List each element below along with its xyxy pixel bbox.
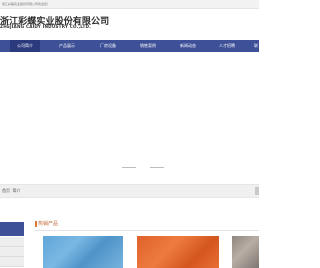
main-nav: 公司简介 产品展示 厂房设备 销售案例 新闻动态 人才招聘 联 xyxy=(0,40,259,52)
hot-products-title: 热销产品 xyxy=(38,221,59,227)
product-image-orange-fabric[interactable] xyxy=(137,236,219,268)
product-image-grey-fabric[interactable] xyxy=(232,236,259,268)
nav-item-factory[interactable]: 厂房设备 xyxy=(93,40,123,52)
welcome-text: 浙江彩蝶实业股份有限公司欢迎您！ xyxy=(2,2,51,6)
nav-item-cases[interactable]: 销售案例 xyxy=(133,40,163,52)
breadcrumb-current[interactable]: 简介 xyxy=(13,188,21,193)
slider-dot-2[interactable] xyxy=(150,167,164,168)
slider-dot-1[interactable] xyxy=(122,167,136,168)
breadcrumb: 首页 简介 xyxy=(2,185,21,197)
banner xyxy=(0,52,259,180)
product-image-blue-fabric[interactable] xyxy=(43,236,123,268)
company-logo-en[interactable]: ZHEJIANG CAIDY INDUSTRY CO.,LTD. xyxy=(0,24,91,29)
nav-item-about[interactable]: 公司简介 xyxy=(10,40,40,52)
sidebar-item[interactable] xyxy=(0,257,24,267)
nav-item-news[interactable]: 新闻动态 xyxy=(173,40,203,52)
sidebar-item[interactable] xyxy=(0,247,24,257)
page: 浙江彩蝶实业股份有限公司欢迎您！ 浙江彩蝶实业股份有限公司 ZHEJIANG C… xyxy=(0,0,259,268)
nav-item-contact[interactable]: 联 xyxy=(251,40,259,52)
location-bar: 首页 简介 xyxy=(0,184,259,198)
nav-item-jobs[interactable]: 人才招聘 xyxy=(212,40,242,52)
section-divider xyxy=(35,230,259,231)
search-button[interactable] xyxy=(255,187,259,195)
sidebar-item[interactable] xyxy=(0,237,24,247)
section-marker xyxy=(35,221,37,227)
top-bar: 浙江彩蝶实业股份有限公司欢迎您！ xyxy=(0,0,259,9)
breadcrumb-home[interactable]: 首页 xyxy=(2,188,10,193)
sidebar-header[interactable] xyxy=(0,222,24,236)
nav-item-products[interactable]: 产品展示 xyxy=(52,40,82,52)
